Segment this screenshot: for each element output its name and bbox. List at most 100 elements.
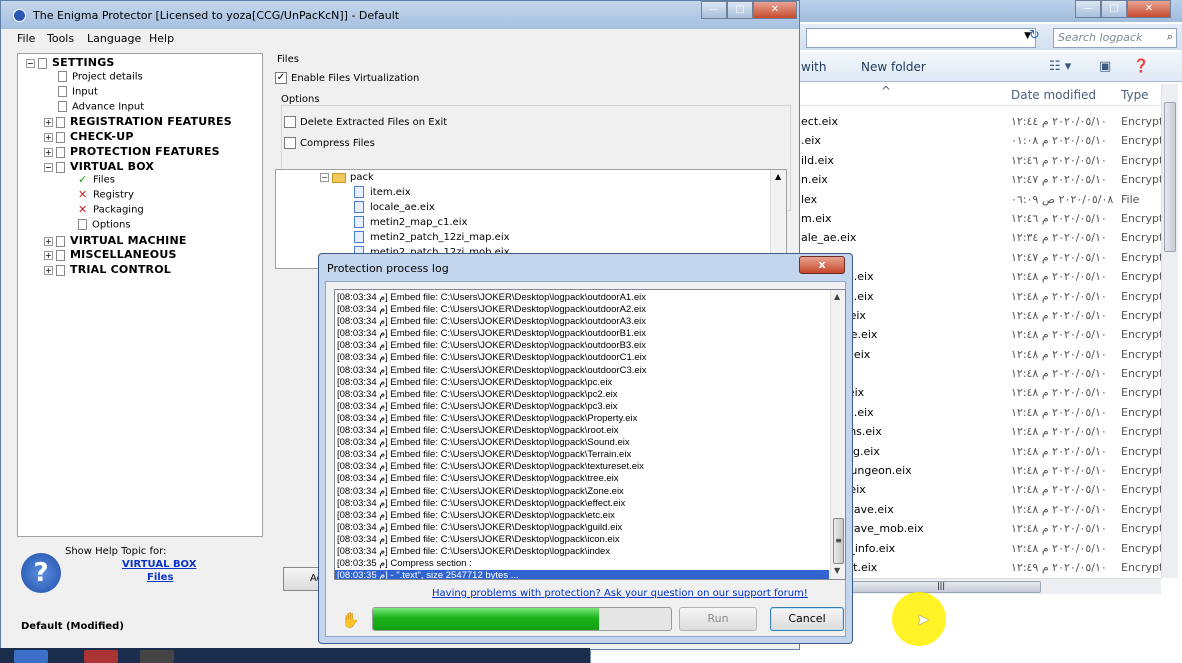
address-bar[interactable]: ▼ (806, 28, 1036, 48)
tree-file[interactable]: metin2_patch_12zi_map.eix (354, 231, 510, 243)
sort-arrow-icon[interactable]: ^ (881, 84, 891, 98)
help-link-virtual-box[interactable]: VIRTUAL BOX (122, 559, 196, 570)
delete-extracted-checkbox[interactable]: Delete Extracted Files on Exit (284, 116, 447, 128)
taskbar-app-button[interactable] (14, 650, 48, 663)
minimize-button[interactable]: — (1075, 0, 1101, 18)
maximize-button[interactable]: □ (1101, 0, 1127, 18)
maximize-button[interactable]: □ (727, 1, 753, 19)
taskbar-app-button[interactable] (140, 650, 174, 663)
log-line[interactable]: [08:03:34 م] Embed file: C:\Users\JOKER\… (335, 340, 829, 352)
log-line[interactable]: [08:03:34 م] Embed file: C:\Users\JOKER\… (335, 473, 829, 485)
log-line[interactable]: [08:03:35 م] Compress section : (335, 558, 829, 570)
scrollbar-thumb[interactable] (1164, 102, 1176, 252)
tree-advance-input[interactable]: Advance Input (58, 101, 144, 113)
collapse-icon[interactable]: − (44, 162, 53, 172)
expand-icon[interactable]: + (44, 147, 53, 157)
tree-miscellaneous[interactable]: + MISCELLANEOUS (44, 248, 177, 261)
tree-registration-features[interactable]: + REGISTRATION FEATURES (44, 115, 232, 128)
tree-file[interactable]: metin2_map_c1.eix (354, 216, 467, 228)
log-line[interactable]: [08:03:34 م] Embed file: C:\Users\JOKER\… (335, 304, 829, 316)
scroll-up-icon[interactable]: ▲ (775, 172, 781, 181)
log-line[interactable]: [08:03:34 م] Embed file: C:\Users\JOKER\… (335, 413, 829, 425)
tree-virtual-machine[interactable]: + VIRTUAL MACHINE (44, 234, 187, 247)
expand-icon[interactable]: + (44, 265, 53, 275)
preview-pane-icon[interactable]: ▣ (1099, 59, 1111, 74)
menu-language[interactable]: Language (87, 32, 141, 45)
log-line[interactable]: [08:03:34 م] Embed file: C:\Users\JOKER\… (335, 522, 829, 534)
search-icon[interactable]: ⌕ (1167, 30, 1173, 44)
run-button[interactable]: Run (679, 607, 757, 631)
close-button[interactable]: ✕ (753, 1, 797, 19)
help-question-icon[interactable]: ? (21, 553, 61, 593)
search-input[interactable]: Search logpack ⌕ (1053, 28, 1177, 48)
log-line[interactable]: [08:03:35 م] - ".text", size 2547712 byt… (335, 570, 829, 579)
menu-file[interactable]: File (17, 32, 35, 45)
column-date-modified[interactable]: Date modified (1011, 88, 1096, 102)
menu-help[interactable]: Help (149, 32, 174, 45)
log-listbox[interactable]: [08:03:34 م] Embed file: C:\Users\JOKER\… (334, 289, 846, 580)
log-line[interactable]: [08:03:34 م] Embed file: C:\Users\JOKER\… (335, 328, 829, 340)
enable-virtualization-checkbox[interactable]: ✓ Enable Files Virtualization (275, 72, 419, 84)
refresh-icon[interactable]: ↻ (1029, 28, 1051, 48)
close-button[interactable]: ✕ (1127, 0, 1171, 18)
compress-files-checkbox[interactable]: Compress Files (284, 137, 375, 149)
add-button[interactable]: Add (283, 567, 323, 591)
help-link-files[interactable]: Files (147, 572, 173, 583)
log-line[interactable]: [08:03:34 م] Embed file: C:\Users\JOKER\… (335, 546, 829, 558)
log-line[interactable]: [08:03:34 م] Embed file: C:\Users\JOKER\… (335, 449, 829, 461)
log-line[interactable]: [08:03:34 م] Embed file: C:\Users\JOKER\… (335, 389, 829, 401)
tree-trial-control[interactable]: + TRIAL CONTROL (44, 263, 171, 276)
log-line[interactable]: [08:03:34 م] Embed file: C:\Users\JOKER\… (335, 498, 829, 510)
expand-icon[interactable]: + (44, 132, 53, 142)
log-scrollbar[interactable]: ▲ ≡ ▼ (830, 290, 845, 579)
log-line[interactable]: [08:03:34 م] Embed file: C:\Users\JOKER\… (335, 534, 829, 546)
expand-icon[interactable]: + (44, 117, 53, 127)
vertical-scrollbar[interactable] (1161, 84, 1178, 578)
checkbox-icon[interactable] (284, 116, 296, 128)
scroll-down-icon[interactable]: ▼ (834, 566, 840, 575)
log-line[interactable]: [08:03:34 م] Embed file: C:\Users\JOKER\… (335, 486, 829, 498)
log-line[interactable]: [08:03:34 م] Embed file: C:\Users\JOKER\… (335, 510, 829, 522)
log-line[interactable]: [08:03:34 م] Embed file: C:\Users\JOKER\… (335, 437, 829, 449)
menu-tools[interactable]: Tools (47, 32, 74, 45)
collapse-icon[interactable]: − (320, 173, 329, 182)
tree-settings[interactable]: − SETTINGS (26, 56, 115, 69)
minimize-button[interactable]: — (701, 1, 727, 19)
help-icon[interactable]: ❓ (1133, 59, 1149, 74)
tree-project-details[interactable]: Project details (58, 71, 143, 83)
expand-icon[interactable]: + (44, 250, 53, 260)
log-line[interactable]: [08:03:34 م] Embed file: C:\Users\JOKER\… (335, 401, 829, 413)
tree-registry[interactable]: ✕ Registry (78, 189, 134, 201)
tree-files[interactable]: ✓ Files (78, 174, 115, 186)
tree-protection-features[interactable]: + PROTECTION FEATURES (44, 145, 220, 158)
checkbox-icon[interactable] (284, 137, 296, 149)
tree-file[interactable]: item.eix (354, 186, 411, 198)
checkbox-checked-icon[interactable]: ✓ (275, 72, 287, 84)
tree-input[interactable]: Input (58, 86, 98, 98)
scrollbar-thumb[interactable]: ||| (841, 581, 1041, 593)
log-line[interactable]: [08:03:34 م] Embed file: C:\Users\JOKER\… (335, 352, 829, 364)
column-type[interactable]: Type (1121, 88, 1149, 102)
tree-virtual-box[interactable]: − VIRTUAL BOX (44, 160, 154, 173)
log-line[interactable]: [08:03:34 م] Embed file: C:\Users\JOKER\… (335, 365, 829, 377)
collapse-icon[interactable]: − (26, 58, 35, 68)
dialog-close-button[interactable]: x (799, 256, 845, 274)
log-line[interactable]: [08:03:34 م] Embed file: C:\Users\JOKER\… (335, 292, 829, 304)
tree-options[interactable]: Options (78, 219, 131, 231)
tree-packaging[interactable]: ✕ Packaging (78, 204, 144, 216)
expand-icon[interactable]: + (44, 236, 53, 246)
scroll-up-icon[interactable]: ▲ (834, 292, 840, 301)
new-folder-button[interactable]: New folder (861, 60, 926, 74)
view-options-icon[interactable]: ☷ ▾ (1049, 59, 1071, 74)
tree-file[interactable]: locale_ae.eix (354, 201, 435, 213)
cancel-button[interactable]: Cancel (770, 607, 844, 631)
tree-check-up[interactable]: + CHECK-UP (44, 130, 134, 143)
log-line[interactable]: [08:03:34 م] Embed file: C:\Users\JOKER\… (335, 461, 829, 473)
log-line[interactable]: [08:03:34 م] Embed file: C:\Users\JOKER\… (335, 316, 829, 328)
toolbar-share-with[interactable]: with (801, 60, 826, 74)
log-line[interactable]: [08:03:34 م] Embed file: C:\Users\JOKER\… (335, 377, 829, 389)
support-forum-link[interactable]: Having problems with protection? Ask you… (432, 588, 808, 599)
taskbar-app-button[interactable] (84, 650, 118, 663)
tree-folder-pack[interactable]: − pack (320, 172, 374, 183)
scrollbar-thumb[interactable]: ≡ (833, 518, 844, 564)
